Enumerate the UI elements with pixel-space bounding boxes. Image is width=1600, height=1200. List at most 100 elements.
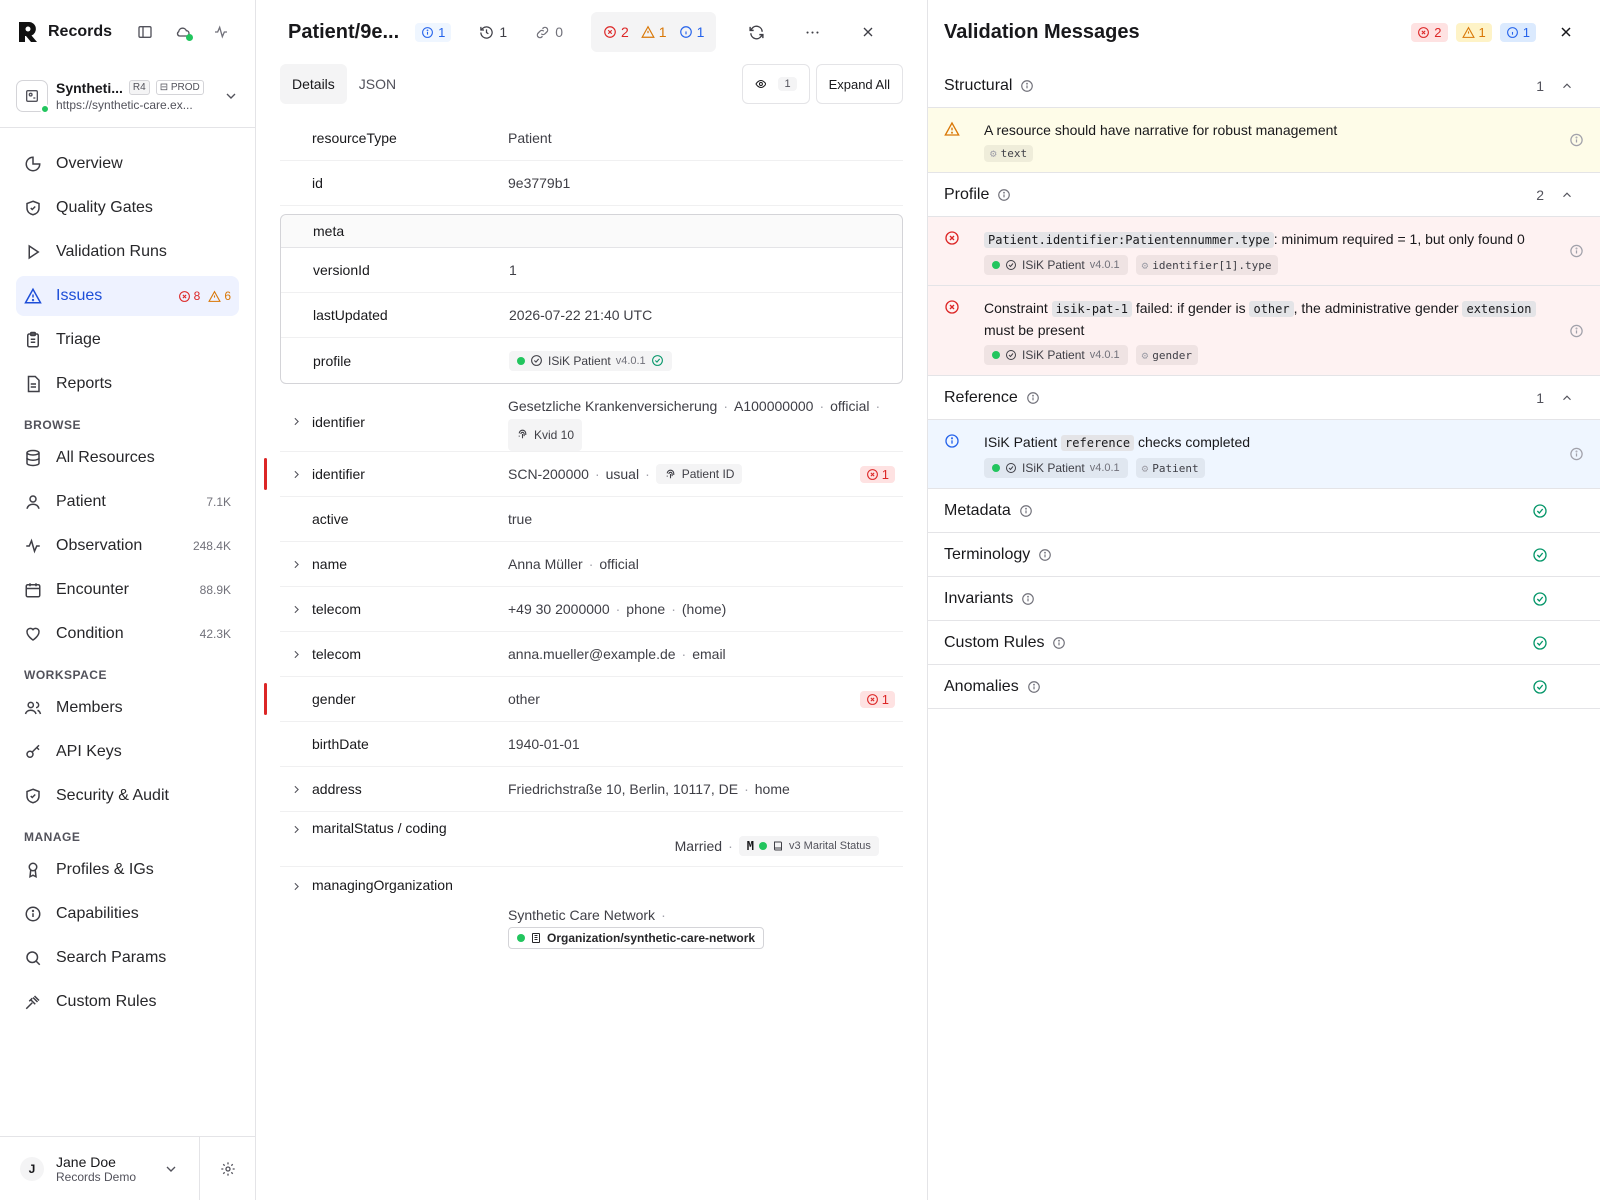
profile-chip[interactable]: ISiK Patient v4.0.1 (509, 350, 672, 371)
identifier-type-chip[interactable]: Kvid 10 (508, 418, 583, 451)
nav-item-overview[interactable]: Overview (16, 144, 239, 184)
resource-header: Patient/9e... 1 1 0 2 1 1 (256, 0, 927, 64)
info-icon[interactable] (1569, 133, 1584, 148)
info-icon[interactable] (1021, 592, 1035, 606)
validation-message-warning[interactable]: A resource should have narrative for rob… (928, 108, 1600, 173)
path-chip[interactable]: ⚙ identifier[1].type (1135, 255, 1278, 275)
field-row-identifier[interactable]: identifier SCN-200000 · usual · Patient ID… (264, 452, 903, 497)
chevron-right-icon (293, 825, 299, 834)
nav-item-profiles-igs[interactable]: Profiles & IGs (16, 850, 239, 890)
chevron-right-icon (293, 560, 299, 568)
chevron-right-icon (293, 470, 299, 478)
links-button[interactable]: 0 (535, 24, 563, 40)
environment-switcher[interactable]: Syntheti... R4 ⊟ PROD https://synthetic-… (0, 64, 255, 128)
expand-all-button[interactable]: Expand All (815, 64, 903, 104)
nav-item-custom-rules[interactable]: Custom Rules (16, 982, 239, 1022)
user-menu-button[interactable]: J Jane Doe Records Demo (0, 1136, 200, 1200)
toggle-sidebar-button[interactable] (128, 15, 162, 49)
telecom-value: anna.mueller@example.de (508, 646, 676, 662)
identifier-type-chip[interactable]: Patient ID (655, 464, 743, 484)
field-row-managingorganization[interactable]: managingOrganization Synthetic Care Netw… (280, 867, 903, 961)
group-header-invariants[interactable]: Invariants (928, 577, 1600, 621)
tab-details[interactable]: Details (280, 64, 347, 104)
profile-chip[interactable]: ISiK Patient v4.0.1 (984, 255, 1128, 275)
settings-button[interactable] (200, 1161, 256, 1177)
check-circle-icon (1533, 547, 1547, 562)
info-badge[interactable]: 1 (415, 22, 452, 42)
nav-item-capabilities[interactable]: Capabilities (16, 894, 239, 934)
field-row-telecom[interactable]: telecom +49 30 2000000 · phone · (home) (280, 587, 903, 632)
nav-item-security-audit[interactable]: Security & Audit (16, 776, 239, 816)
more-button[interactable] (794, 14, 830, 50)
field-row-name[interactable]: name Anna Müller · official (280, 542, 903, 587)
path-chip[interactable]: ⚙ Patient (1135, 458, 1205, 478)
tab-json[interactable]: JSON (347, 64, 408, 104)
field-value: 1 (509, 262, 517, 278)
group-header-anomalies[interactable]: Anomalies (928, 665, 1600, 709)
nav-item-condition[interactable]: Condition 42.3K (16, 614, 239, 654)
nav-item-members[interactable]: Members (16, 688, 239, 728)
close-validation-button[interactable] (1548, 14, 1584, 50)
sync-status-button[interactable] (166, 15, 200, 49)
nav-item-observation[interactable]: Observation 248.4K (16, 526, 239, 566)
field-row-identifier[interactable]: identifier Gesetzliche Krankenversicheru… (280, 392, 903, 452)
group-header-terminology[interactable]: Terminology (928, 533, 1600, 577)
info-icon (422, 26, 434, 38)
nav-item-patient[interactable]: Patient 7.1K (16, 482, 239, 522)
info-icon[interactable] (1052, 636, 1066, 650)
info-icon[interactable] (1569, 323, 1584, 338)
group-header-structural[interactable]: Structural 1 (928, 64, 1600, 108)
info-icon[interactable] (1020, 79, 1034, 93)
info-icon[interactable] (1019, 504, 1033, 518)
nav-item-issues[interactable]: Issues 8 6 (16, 276, 239, 316)
history-button[interactable]: 1 (479, 24, 507, 40)
nav-item-quality-gates[interactable]: Quality Gates (16, 188, 239, 228)
path-chip[interactable]: ⚙ text (984, 145, 1034, 162)
chevron-up-icon (1563, 82, 1571, 88)
field-row-address[interactable]: address Friedrichstraße 10, Berlin, 1011… (280, 767, 903, 812)
error-filter-badge[interactable]: 2 (1411, 22, 1448, 42)
nav-item-api-keys[interactable]: API Keys (16, 732, 239, 772)
info-icon[interactable] (1569, 447, 1584, 462)
info-icon[interactable] (1026, 391, 1040, 405)
refresh-button[interactable] (738, 14, 774, 50)
nav-item-all-resources[interactable]: All Resources (16, 438, 239, 478)
nav-item-reports[interactable]: Reports (16, 364, 239, 404)
field-error-count: 1 (881, 691, 889, 707)
nav-item-encounter[interactable]: Encounter 88.9K (16, 570, 239, 610)
sidebar: Records Syntheti... R4 ⊟ PROD https://sy… (0, 0, 256, 1200)
validation-message-error[interactable]: Constraint isik-pat-1 failed: if gender … (928, 286, 1600, 376)
profile-name: ISiK Patient (548, 353, 611, 368)
coding-chip[interactable]: M v3 Marital Status (738, 836, 879, 856)
info-icon[interactable] (1569, 244, 1584, 259)
field-row-maritalstatus[interactable]: maritalStatus / coding Married · M v3 Mar… (280, 812, 903, 867)
info-icon[interactable] (997, 188, 1011, 202)
path-chip[interactable]: ⚙ gender (1135, 345, 1199, 365)
group-header-profile[interactable]: Profile 2 (928, 173, 1600, 217)
info-icon[interactable] (1038, 548, 1052, 562)
validation-message-error[interactable]: Patient.identifier:Patientennummer.type:… (928, 217, 1600, 286)
field-error-badge[interactable]: 1 (859, 690, 895, 708)
field-error-badge[interactable]: 1 (859, 465, 895, 483)
field-row-telecom[interactable]: telecom anna.mueller@example.de · email (280, 632, 903, 677)
info-filter-count: 1 (1522, 24, 1530, 40)
info-icon[interactable] (1027, 680, 1041, 694)
nav-item-search-params[interactable]: Search Params (16, 938, 239, 978)
building-icon (532, 933, 540, 943)
group-header-reference[interactable]: Reference 1 (928, 376, 1600, 420)
profile-chip[interactable]: ISiK Patient v4.0.1 (984, 345, 1128, 365)
validation-message-info[interactable]: ISiK Patient reference checks completed … (928, 420, 1600, 489)
warning-filter-badge[interactable]: 1 (1455, 22, 1492, 42)
profile-chip[interactable]: ISiK Patient v4.0.1 (984, 458, 1128, 478)
nav-item-validation-runs[interactable]: Validation Runs (16, 232, 239, 272)
group-header-custom-rules[interactable]: Custom Rules (928, 621, 1600, 665)
group-header-metadata[interactable]: Metadata (928, 489, 1600, 533)
issues-summary-button[interactable]: 2 1 1 (590, 12, 717, 52)
validation-panel: Validation Messages 2 1 1 Structural 1 A… (928, 0, 1600, 1200)
reference-chip[interactable]: Organization/synthetic-care-network (508, 927, 765, 949)
info-filter-badge[interactable]: 1 (1499, 22, 1536, 42)
activity-button[interactable] (204, 15, 238, 49)
visibility-toggle-button[interactable]: 1 (741, 64, 810, 104)
nav-item-triage[interactable]: Triage (16, 320, 239, 360)
close-panel-button[interactable] (850, 14, 886, 50)
